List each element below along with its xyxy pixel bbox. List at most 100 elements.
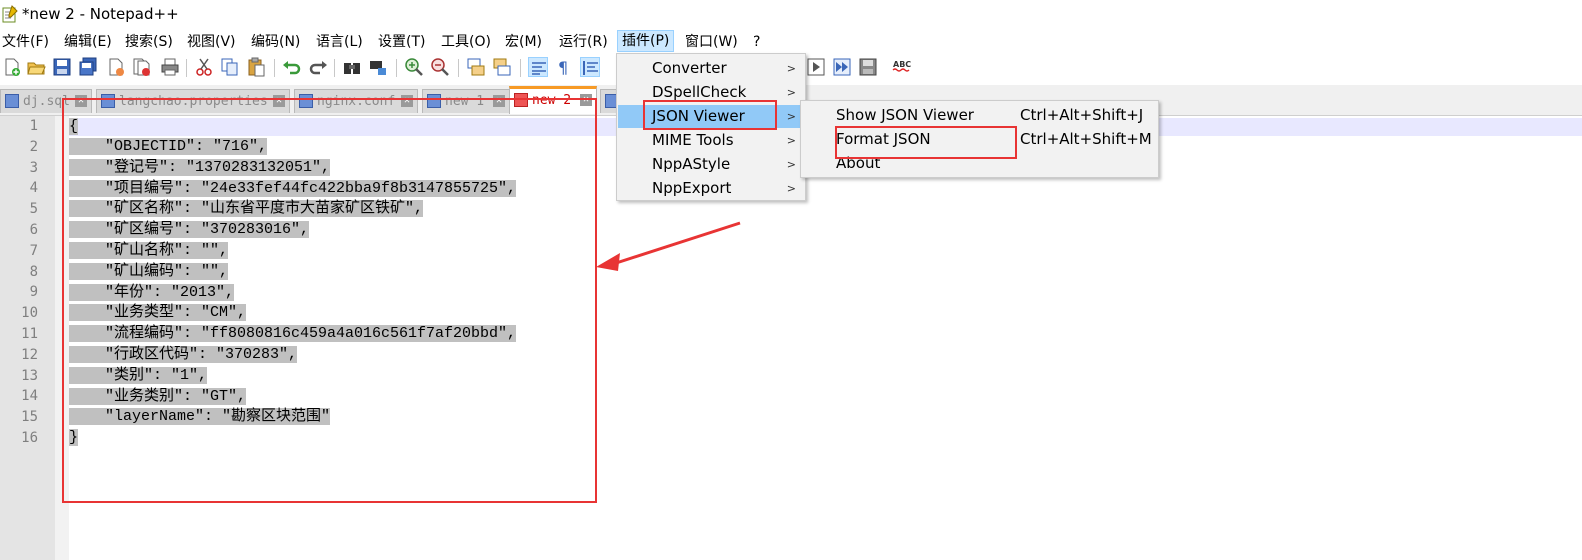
line-number: 16	[21, 430, 38, 446]
line-number: 7	[29, 243, 38, 259]
sync-vertical-icon[interactable]	[466, 57, 486, 77]
toolbar-separator	[396, 59, 397, 77]
saved-file-icon	[299, 94, 313, 108]
macro-play-icon[interactable]	[806, 57, 826, 77]
code-line: "年份": "2013",	[69, 284, 235, 301]
paste-icon[interactable]	[246, 57, 266, 77]
save-icon[interactable]	[52, 57, 72, 77]
menu-item-json-viewer[interactable]: JSON Viewer >	[618, 105, 804, 128]
close-all-icon[interactable]	[132, 57, 152, 77]
code-line: "矿区编号": "370283016",	[69, 221, 310, 238]
line-number: 11	[21, 326, 38, 342]
menu-settings[interactable]: 设置(T)	[378, 32, 425, 52]
saved-file-icon	[427, 94, 441, 108]
menu-item-about[interactable]: About	[802, 152, 1157, 175]
close-tab-icon[interactable]: ✕	[580, 94, 592, 106]
notepad-app-icon	[2, 5, 18, 23]
title-bar: *new 2 - Notepad++	[0, 0, 1582, 30]
show-all-chars-icon[interactable]: ¶	[554, 57, 574, 77]
sync-horizontal-icon[interactable]	[492, 57, 512, 77]
tab-label: nginx.conf	[317, 94, 396, 109]
redo-icon[interactable]	[308, 57, 328, 77]
window-title: *new 2 - Notepad++	[22, 5, 179, 23]
menu-search[interactable]: 搜索(S)	[125, 32, 173, 52]
menu-tools[interactable]: 工具(O)	[441, 32, 491, 52]
undo-icon[interactable]	[282, 57, 302, 77]
menu-item-nppastyle[interactable]: NppAStyle >	[618, 153, 804, 176]
menu-macro[interactable]: 宏(M)	[505, 32, 542, 52]
tab-langchao-properties[interactable]: langchao.properties ✕	[96, 89, 290, 113]
svg-text:¶: ¶	[558, 58, 568, 77]
spellcheck-icon[interactable]: ABC	[892, 57, 912, 77]
menu-item-show-json-viewer[interactable]: Show JSON Viewer Ctrl+Alt+Shift+J	[802, 104, 1157, 127]
tab-label: new 2	[532, 93, 572, 108]
indent-guide-icon[interactable]	[580, 57, 600, 77]
menu-language[interactable]: 语言(L)	[316, 32, 363, 52]
menu-item-format-json[interactable]: Format JSON Ctrl+Alt+Shift+M	[802, 128, 1157, 151]
close-icon[interactable]	[106, 57, 126, 77]
cut-icon[interactable]	[194, 57, 214, 77]
menu-edit[interactable]: 编辑(E)	[64, 32, 112, 52]
code-line: "矿山编码": "",	[69, 263, 229, 280]
close-tab-icon[interactable]: ✕	[493, 95, 505, 107]
macro-save-icon[interactable]	[858, 57, 878, 77]
print-icon[interactable]	[160, 57, 180, 77]
save-all-icon[interactable]	[78, 57, 98, 77]
tab-new-1[interactable]: new 1 ✕	[422, 89, 510, 113]
submenu-arrow-icon: >	[786, 86, 796, 99]
replace-icon[interactable]	[368, 57, 388, 77]
line-number: 8	[29, 264, 38, 280]
zoom-in-icon[interactable]	[404, 57, 424, 77]
menu-item-mime-tools[interactable]: MIME Tools >	[618, 129, 804, 152]
menu-item-converter[interactable]: Converter >	[618, 57, 804, 80]
code-line: "layerName": "勘察区块范围"	[69, 408, 331, 425]
open-file-icon[interactable]	[26, 57, 46, 77]
fold-margin[interactable]	[55, 116, 69, 560]
saved-file-icon	[101, 94, 115, 108]
code-line: }	[69, 429, 79, 446]
code-line: "登记号": "1370283132051",	[69, 159, 331, 176]
tab-dj-sql[interactable]: dj.sql ✕	[0, 89, 92, 113]
copy-icon[interactable]	[220, 57, 240, 77]
line-number: 4	[29, 180, 38, 196]
line-number: 10	[21, 305, 38, 321]
menu-window[interactable]: 窗口(W)	[685, 32, 738, 52]
line-number: 13	[21, 368, 38, 384]
close-tab-icon[interactable]: ✕	[273, 95, 285, 107]
submenu-arrow-icon: >	[786, 134, 796, 147]
line-number-gutter: 1 2 3 4 5 6 7 8 9 10 11 12 13 14 15 16	[0, 116, 55, 560]
tab-label: langchao.properties	[119, 94, 268, 109]
find-icon[interactable]	[342, 57, 362, 77]
code-line: {	[69, 118, 79, 135]
svg-text:ABC: ABC	[893, 60, 911, 69]
tab-new-2[interactable]: new 2 ✕	[509, 86, 597, 114]
menu-plugins[interactable]: 插件(P)	[617, 30, 675, 52]
toolbar-separator	[458, 59, 459, 77]
menu-help[interactable]: ?	[753, 32, 760, 52]
menu-item-dspellcheck[interactable]: DSpellCheck >	[618, 81, 804, 104]
code-line: "项目编号": "24e33fef44fc422bba9f8b314785572…	[69, 180, 517, 197]
word-wrap-icon[interactable]	[528, 57, 548, 77]
plugins-menu: Converter > DSpellCheck > JSON Viewer > MIM…	[616, 53, 806, 201]
close-tab-icon[interactable]: ✕	[75, 95, 87, 107]
toolbar-separator	[274, 59, 275, 77]
menu-run[interactable]: 运行(R)	[559, 32, 608, 52]
code-line: "类别": "1",	[69, 367, 208, 384]
tab-nginx-conf[interactable]: nginx.conf ✕	[294, 89, 418, 113]
macro-run-multiple-icon[interactable]	[832, 57, 852, 77]
zoom-out-icon[interactable]	[430, 57, 450, 77]
code-line: "流程编码": "ff8080816c459a4a016c561f7af20bb…	[69, 325, 517, 342]
menu-file[interactable]: 文件(F)	[2, 32, 49, 52]
menu-item-nppexport[interactable]: NppExport >	[618, 177, 804, 200]
code-line: "矿山名称": "",	[69, 242, 229, 259]
submenu-arrow-icon: >	[786, 182, 796, 195]
menu-encoding[interactable]: 编码(N)	[251, 32, 300, 52]
line-number: 9	[29, 284, 38, 300]
new-file-icon[interactable]	[2, 57, 22, 77]
line-number: 6	[29, 222, 38, 238]
menu-view[interactable]: 视图(V)	[187, 32, 236, 52]
line-number: 1	[29, 118, 38, 134]
close-tab-icon[interactable]: ✕	[401, 95, 413, 107]
submenu-arrow-icon: >	[786, 158, 796, 171]
line-number: 12	[21, 347, 38, 363]
